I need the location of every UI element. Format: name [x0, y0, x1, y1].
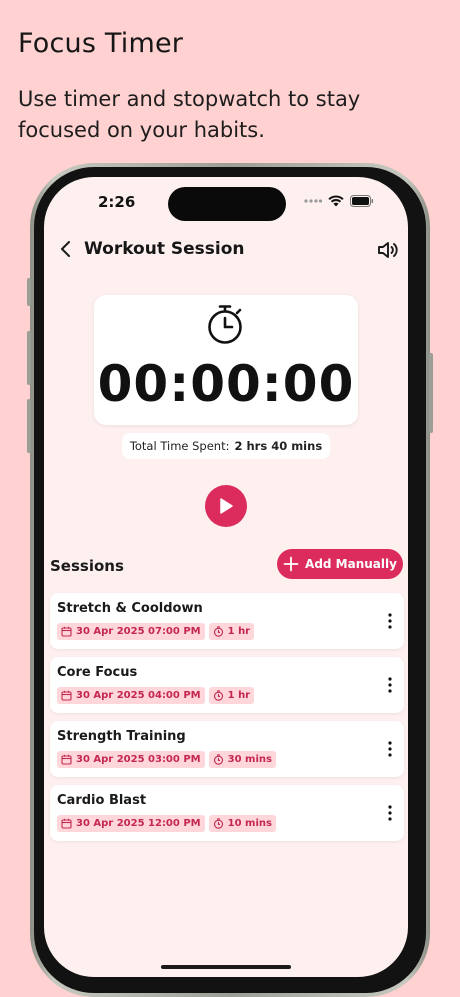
timer-icon — [213, 690, 223, 701]
session-card[interactable]: Strength Training 30 Apr 2025 03:00 PM 3… — [50, 721, 404, 777]
session-duration: 1 hr — [227, 626, 251, 637]
promo-subtitle: Use timer and stopwatch to stay focused … — [18, 87, 361, 142]
phone-volume-up-button — [27, 331, 31, 385]
calendar-icon — [61, 626, 72, 637]
app-screen: 2:26 Workout Session 00:00:00 Total Time… — [44, 177, 408, 977]
speaker-icon[interactable] — [376, 239, 400, 261]
session-tags: 30 Apr 2025 12:00 PM 10 mins — [57, 815, 276, 832]
more-vertical-icon[interactable] — [388, 805, 392, 821]
session-duration-tag: 30 mins — [208, 751, 276, 768]
signal-icon — [304, 199, 322, 203]
session-card[interactable]: Core Focus 30 Apr 2025 04:00 PM 1 hr — [50, 657, 404, 713]
phone-action-button — [27, 278, 31, 306]
status-time: 2:26 — [98, 193, 136, 211]
more-vertical-icon[interactable] — [388, 613, 392, 629]
phone-volume-down-button — [27, 399, 31, 453]
page-title: Workout Session — [84, 239, 245, 259]
phone-frame: 2:26 Workout Session 00:00:00 Total Time… — [27, 163, 433, 997]
battery-icon — [350, 195, 374, 207]
session-duration: 10 mins — [227, 818, 272, 829]
session-datetime-tag: 30 Apr 2025 03:00 PM — [57, 751, 205, 768]
play-button[interactable] — [205, 485, 247, 527]
session-tags: 30 Apr 2025 07:00 PM 1 hr — [57, 623, 255, 640]
session-datetime: 30 Apr 2025 03:00 PM — [76, 754, 201, 765]
session-datetime-tag: 30 Apr 2025 04:00 PM — [57, 687, 205, 704]
total-time-pill: Total Time Spent: 2 hrs 40 mins — [122, 433, 330, 459]
timer-icon — [213, 626, 223, 637]
session-datetime: 30 Apr 2025 12:00 PM — [76, 818, 201, 829]
session-datetime-tag: 30 Apr 2025 12:00 PM — [57, 815, 205, 832]
session-card[interactable]: Stretch & Cooldown 30 Apr 2025 07:00 PM … — [50, 593, 404, 649]
status-icons — [304, 195, 374, 207]
session-datetime: 30 Apr 2025 04:00 PM — [76, 690, 201, 701]
plus-icon — [283, 556, 299, 572]
timer-icon — [213, 754, 223, 765]
session-duration: 1 hr — [227, 690, 251, 701]
more-vertical-icon[interactable] — [388, 677, 392, 693]
session-tags: 30 Apr 2025 03:00 PM 30 mins — [57, 751, 276, 768]
session-duration-tag: 10 mins — [208, 815, 276, 832]
wifi-icon — [328, 195, 344, 207]
calendar-icon — [61, 754, 72, 765]
session-datetime: 30 Apr 2025 07:00 PM — [76, 626, 201, 637]
timer-display: 00:00:00 — [97, 355, 355, 413]
session-list: Stretch & Cooldown 30 Apr 2025 07:00 PM … — [50, 593, 404, 849]
session-duration-tag: 1 hr — [208, 687, 255, 704]
session-name: Strength Training — [57, 729, 186, 744]
home-indicator[interactable] — [161, 965, 291, 969]
session-tags: 30 Apr 2025 04:00 PM 1 hr — [57, 687, 255, 704]
session-duration-tag: 1 hr — [208, 623, 255, 640]
back-arrow-icon[interactable] — [54, 237, 78, 261]
timer-card: 00:00:00 — [94, 295, 358, 425]
add-manually-button[interactable]: Add Manually — [277, 549, 403, 579]
calendar-icon — [61, 818, 72, 829]
promo-title: Focus Timer — [18, 28, 184, 59]
add-manually-label: Add Manually — [305, 557, 397, 571]
calendar-icon — [61, 690, 72, 701]
session-name: Cardio Blast — [57, 793, 147, 808]
more-vertical-icon[interactable] — [388, 741, 392, 757]
session-name: Stretch & Cooldown — [57, 601, 203, 616]
session-datetime-tag: 30 Apr 2025 07:00 PM — [57, 623, 205, 640]
play-icon — [220, 498, 233, 514]
session-duration: 30 mins — [227, 754, 272, 765]
dynamic-island — [168, 187, 286, 221]
total-time-value: 2 hrs 40 mins — [234, 439, 323, 453]
phone-power-button — [429, 353, 433, 433]
timer-icon — [213, 818, 223, 829]
session-name: Core Focus — [57, 665, 138, 680]
session-card[interactable]: Cardio Blast 30 Apr 2025 12:00 PM 10 min… — [50, 785, 404, 841]
total-time-label: Total Time Spent: — [129, 439, 230, 453]
stopwatch-icon — [208, 305, 242, 344]
sessions-heading: Sessions — [50, 557, 124, 575]
